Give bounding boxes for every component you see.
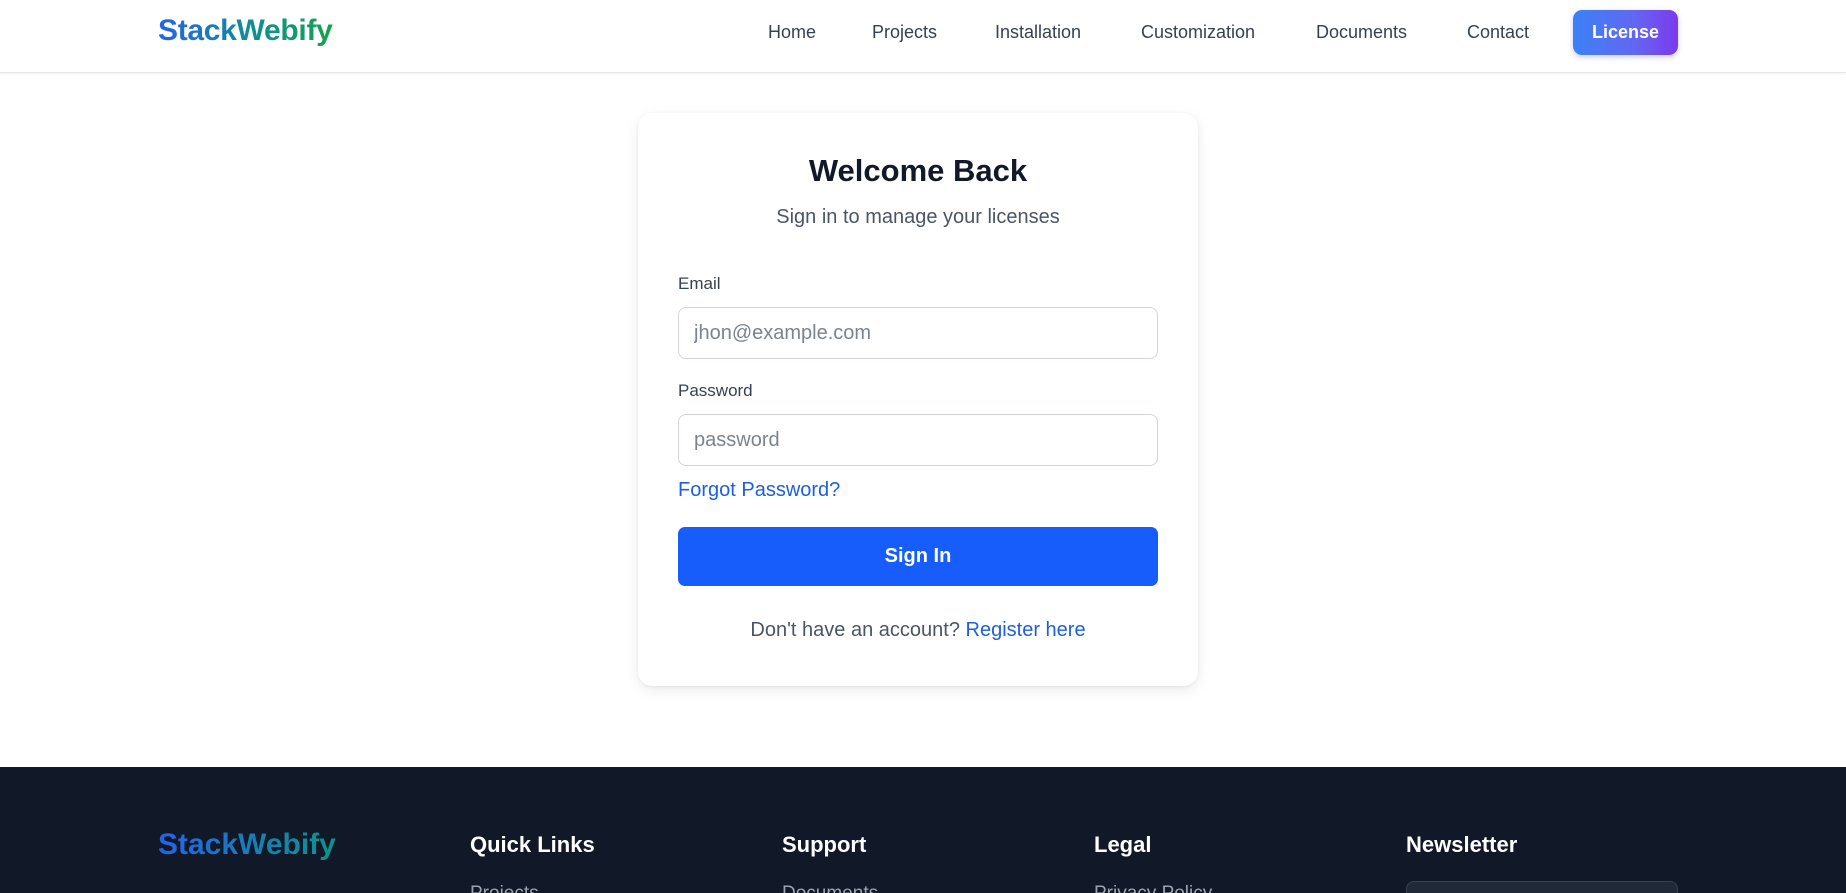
password-field[interactable] — [678, 414, 1158, 466]
footer-link-projects[interactable]: Projects — [470, 883, 539, 893]
nav-documents[interactable]: Documents — [1316, 22, 1407, 43]
register-link[interactable]: Register here — [966, 619, 1086, 641]
nav-contact[interactable]: Contact — [1467, 22, 1529, 43]
footer-heading-support: Support — [782, 832, 867, 857]
site-footer: StackWebify Quick Links Projects Support… — [0, 767, 1846, 893]
license-button[interactable]: License — [1573, 10, 1678, 55]
email-field[interactable] — [678, 307, 1158, 359]
forgot-password-link[interactable]: Forgot Password? — [678, 479, 840, 502]
site-header: StackWebify Home Projects Installation C… — [0, 0, 1846, 73]
newsletter-email-input[interactable] — [1406, 881, 1678, 893]
register-prompt: Don't have an account? — [750, 619, 960, 641]
footer-heading-legal: Legal — [1094, 832, 1152, 857]
page-subtitle: Sign in to manage your licenses — [776, 206, 1060, 228]
password-label: Password — [678, 381, 753, 400]
nav-customization[interactable]: Customization — [1141, 22, 1255, 43]
main-nav: Home Projects Installation Customization… — [0, 0, 1846, 73]
footer-brand-logo[interactable]: StackWebify — [158, 828, 336, 862]
register-prompt-line: Don't have an account? Register here — [638, 619, 1198, 642]
footer-link-documents[interactable]: Documents — [782, 883, 878, 893]
login-card: Welcome Back Sign in to manage your lice… — [638, 113, 1198, 686]
footer-heading-newsletter: Newsletter — [1406, 832, 1518, 857]
page-title: Welcome Back — [808, 153, 1028, 188]
nav-installation[interactable]: Installation — [995, 22, 1081, 43]
sign-in-button[interactable]: Sign In — [678, 527, 1158, 586]
nav-home[interactable]: Home — [768, 22, 816, 43]
email-label: Email — [678, 274, 721, 293]
footer-heading-quick-links: Quick Links — [470, 832, 595, 857]
footer-link-privacy-policy[interactable]: Privacy Policy — [1094, 883, 1212, 893]
nav-projects[interactable]: Projects — [872, 22, 937, 43]
